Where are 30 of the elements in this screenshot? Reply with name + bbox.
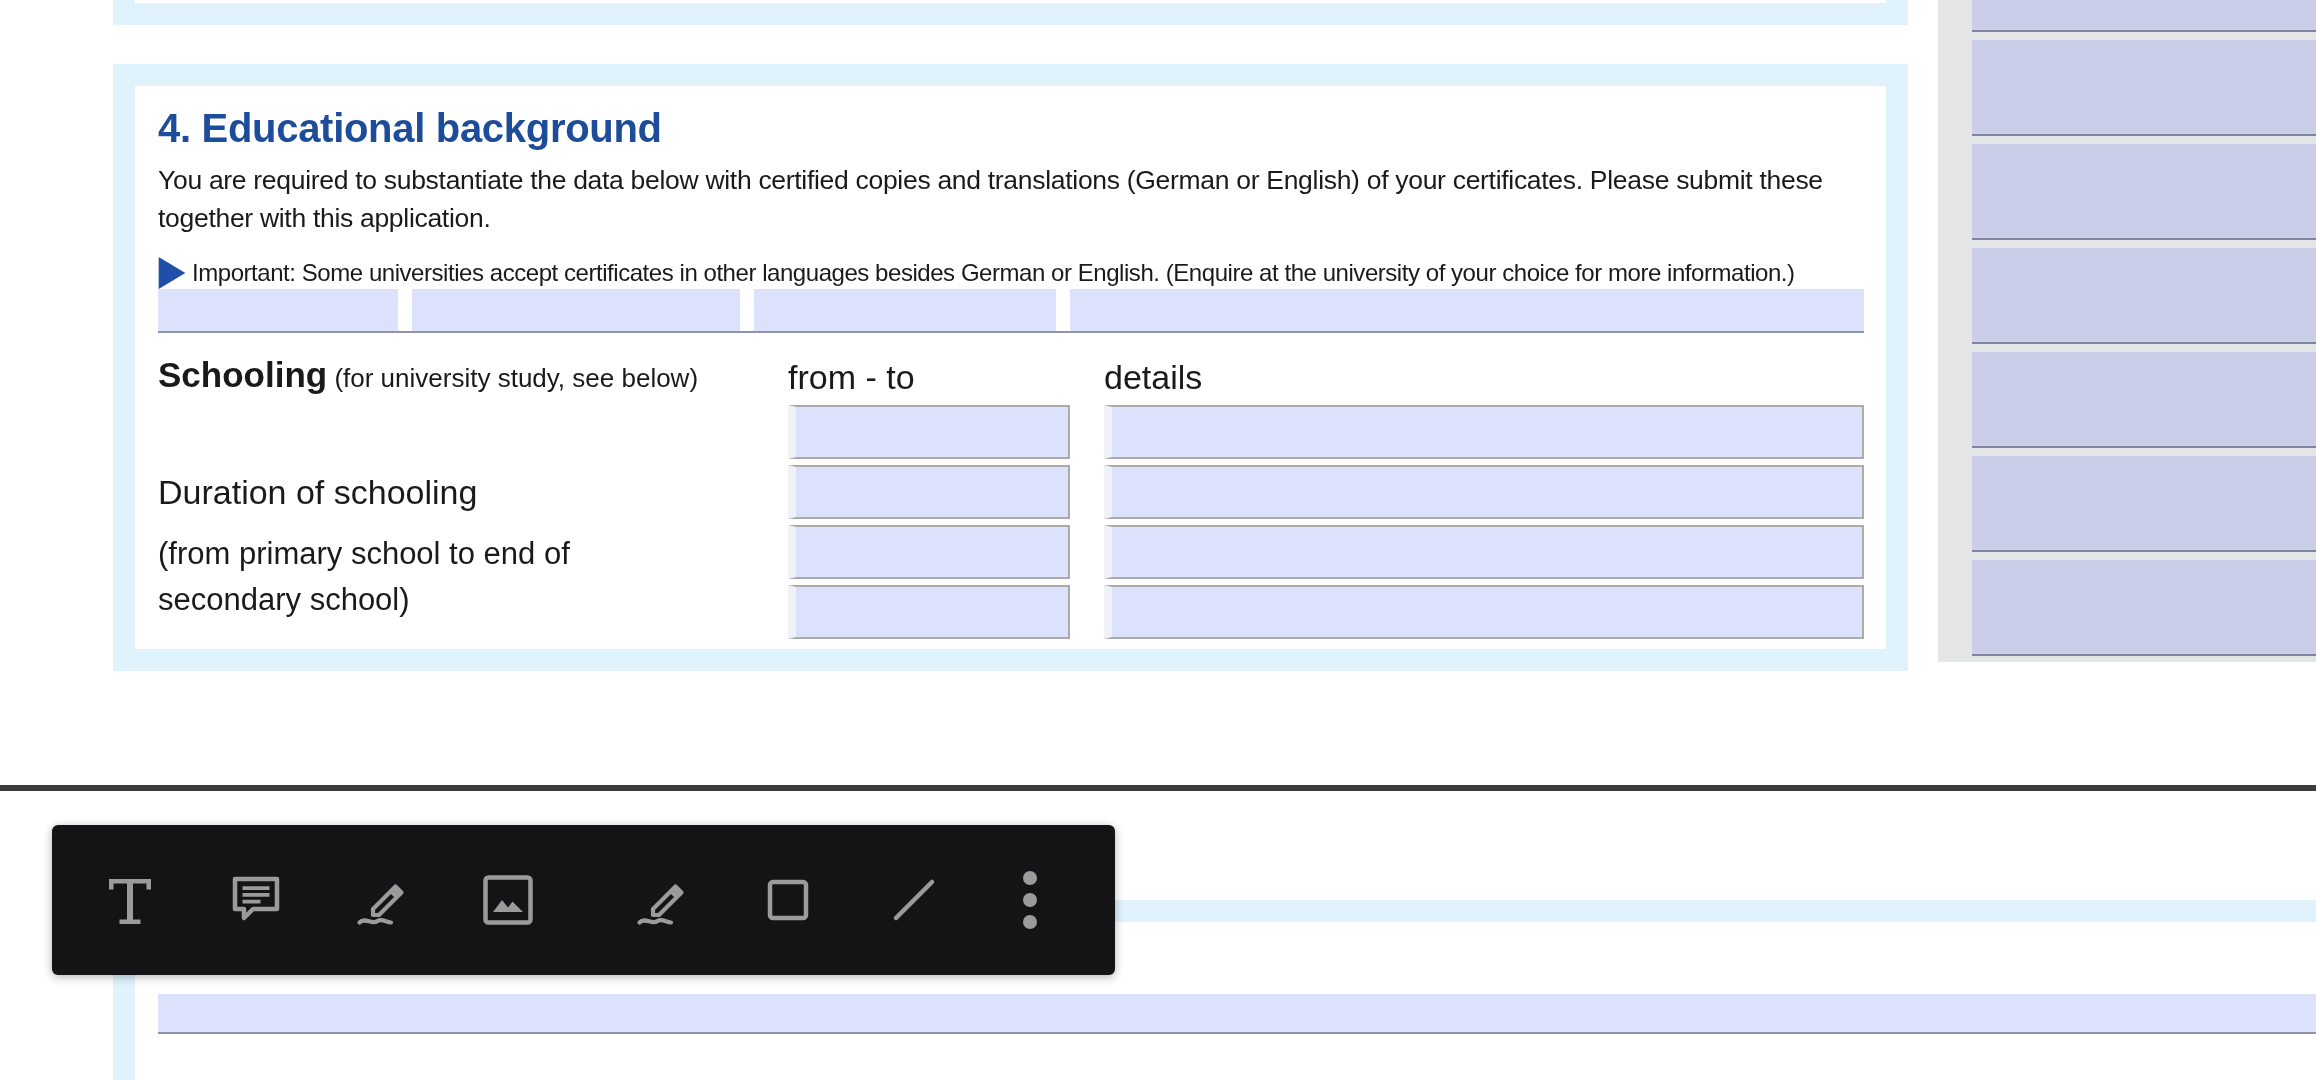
schooling-label: Schooling (for university study, see below)	[158, 355, 700, 396]
input-field[interactable]	[788, 525, 1070, 579]
duration-note: (from primary school to end of secondary school)	[158, 535, 571, 619]
more-icon	[1021, 870, 1038, 930]
input-field[interactable]	[1104, 405, 1864, 459]
intro-text: You are required to substantiate the data below with certified copies and translations (German or English) of your certificates. Please submit these together with this application.	[158, 164, 1824, 235]
important-note: Important: Some universities accept certificates in other languages besides German or English. (Enquire at the university of your choice for more information.)	[192, 259, 1795, 287]
input-field[interactable]	[754, 289, 1056, 331]
input-field[interactable]	[158, 289, 398, 331]
triangle-icon	[158, 257, 186, 289]
input-field[interactable]	[1070, 289, 1864, 331]
input-field[interactable]	[1972, 144, 2316, 240]
input-field[interactable]	[1972, 352, 2316, 448]
input-field[interactable]	[412, 289, 740, 331]
column-header: from - to	[788, 358, 916, 398]
input-field[interactable]	[1104, 465, 1864, 519]
input-field[interactable]	[1972, 0, 2316, 32]
input-field[interactable]	[158, 994, 2316, 1034]
input-field[interactable]	[788, 405, 1070, 459]
column-header: details	[1104, 358, 1204, 398]
input-field[interactable]	[1104, 585, 1864, 639]
section-title: 4. Educational background	[158, 106, 663, 151]
input-field[interactable]	[1972, 560, 2316, 656]
input-field[interactable]	[1972, 456, 2316, 552]
input-field[interactable]	[1972, 248, 2316, 344]
input-field[interactable]	[788, 465, 1070, 519]
input-field[interactable]	[1104, 525, 1864, 579]
input-field[interactable]	[1972, 40, 2316, 136]
duration-label: Duration of schooling	[158, 472, 479, 512]
input-field[interactable]	[788, 585, 1070, 639]
